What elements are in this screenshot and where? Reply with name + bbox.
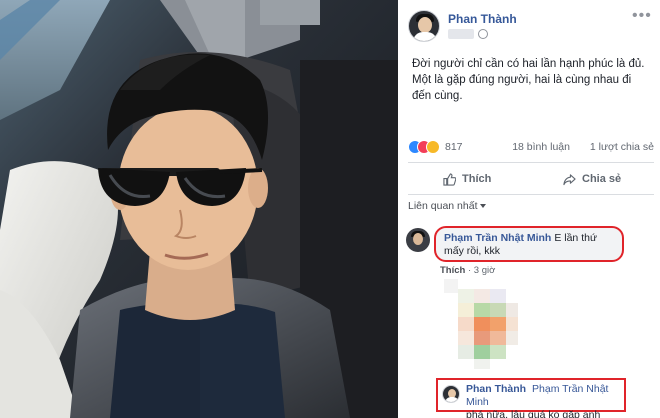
reply-author-avatar[interactable] <box>442 385 460 403</box>
post-stats: 817 18 bình luận 1 lượt chia sẻ <box>408 140 654 156</box>
comments-filter-label: Liên quan nhất <box>408 200 478 212</box>
divider <box>408 162 654 163</box>
share-icon <box>563 173 576 185</box>
comment-sticker-blurred <box>444 279 524 371</box>
like-icon <box>443 172 456 186</box>
share-count[interactable]: 1 lượt chia sẻ <box>590 141 654 153</box>
post-text: Đời người chỉ cần có hai lần hạnh phúc l… <box>412 58 645 102</box>
commenter-avatar[interactable] <box>406 228 430 252</box>
comment-like-link[interactable]: Thích <box>440 265 465 276</box>
reply-author[interactable]: Phan Thành <box>466 383 526 395</box>
comment-meta: Thích · 3 giờ <box>440 265 496 276</box>
post-author-name[interactable]: Phan Thành <box>448 12 517 26</box>
divider <box>408 194 654 195</box>
like-button[interactable]: Thích <box>443 170 491 188</box>
share-label: Chia sẻ <box>582 173 622 185</box>
chevron-down-icon <box>480 204 487 209</box>
post-time-blurred <box>448 29 474 39</box>
reply-text: phá nữa, lâu quá ko gặp anh <box>466 409 601 418</box>
more-options-icon[interactable]: ••• <box>632 8 651 24</box>
comment-count[interactable]: 18 bình luận <box>512 141 570 153</box>
haha-reaction-icon <box>426 140 440 154</box>
comment-time[interactable]: 3 giờ <box>474 265 496 276</box>
post-photo[interactable] <box>0 0 398 418</box>
selfie-illustration <box>0 0 398 418</box>
comment-bubble: Phạm Trần Nhật Minh E lần thứ mấy rồi, kk… <box>434 226 624 262</box>
globe-icon <box>478 29 488 39</box>
post-panel: Phan Thành ••• Đời người chỉ cần có hai … <box>398 0 660 418</box>
post-header: Phan Thành ••• <box>398 0 660 50</box>
like-label: Thích <box>462 173 492 185</box>
share-button[interactable]: Chia sẻ <box>563 170 621 188</box>
reply-comment: Phan Thành Phạm Trần Nhật Minh phá nữa, … <box>436 378 626 418</box>
comment-author[interactable]: Phạm Trần Nhật Minh <box>444 232 551 244</box>
reaction-count: 817 <box>445 141 463 153</box>
author-avatar[interactable] <box>408 10 440 42</box>
comments-filter[interactable]: Liên quan nhất <box>408 200 487 212</box>
